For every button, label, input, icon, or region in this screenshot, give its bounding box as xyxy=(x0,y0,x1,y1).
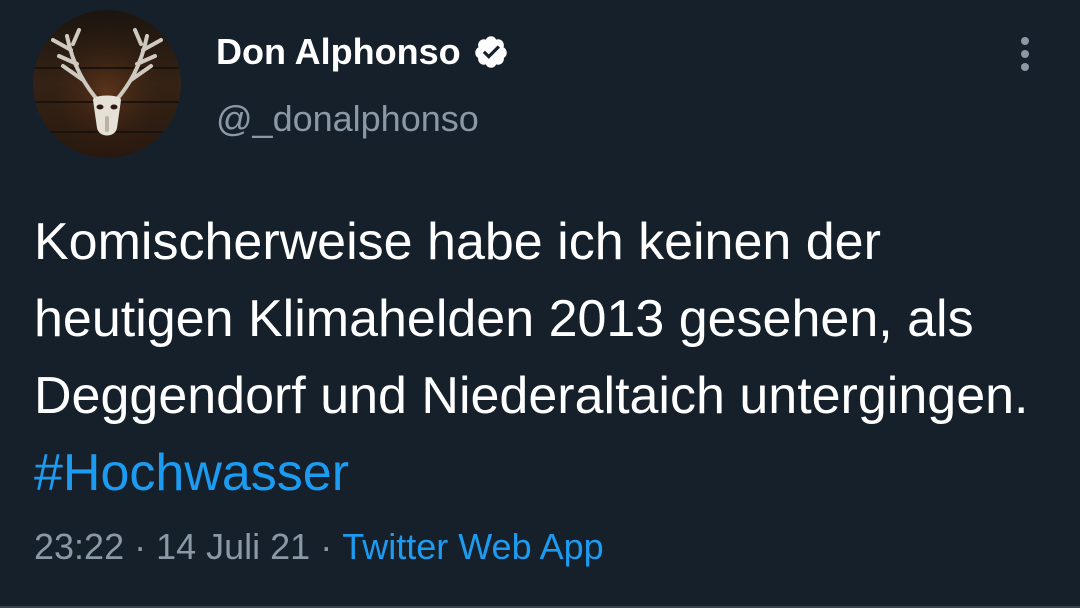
tweet-meta: 23:22 · 14 Juli 21 · Twitter Web App xyxy=(34,526,604,568)
author-display-name[interactable]: Don Alphonso xyxy=(216,31,461,73)
hashtag-link[interactable]: #Hochwasser xyxy=(34,444,349,502)
tweet-card: Don Alphonso @_donalphonso Komischerweis… xyxy=(0,0,1080,608)
meta-separator: · xyxy=(134,526,147,567)
tweet-source-link[interactable]: Twitter Web App xyxy=(342,526,603,567)
tweet-body: Komischerweise habe ich keinen der heuti… xyxy=(34,213,1029,425)
tweet-text: Komischerweise habe ich keinen der heuti… xyxy=(34,204,1054,512)
more-vertical-icon[interactable] xyxy=(1008,30,1042,78)
author-handle[interactable]: @_donalphonso xyxy=(216,98,479,140)
author-name-row: Don Alphonso xyxy=(216,28,509,76)
avatar[interactable] xyxy=(33,10,181,158)
verified-badge-icon xyxy=(474,36,507,68)
meta-separator: · xyxy=(320,526,333,567)
tweet-time: 23:22 xyxy=(34,526,125,567)
tweet-date: 14 Juli 21 xyxy=(156,526,311,567)
deer-skull-antlers-icon xyxy=(33,10,181,158)
